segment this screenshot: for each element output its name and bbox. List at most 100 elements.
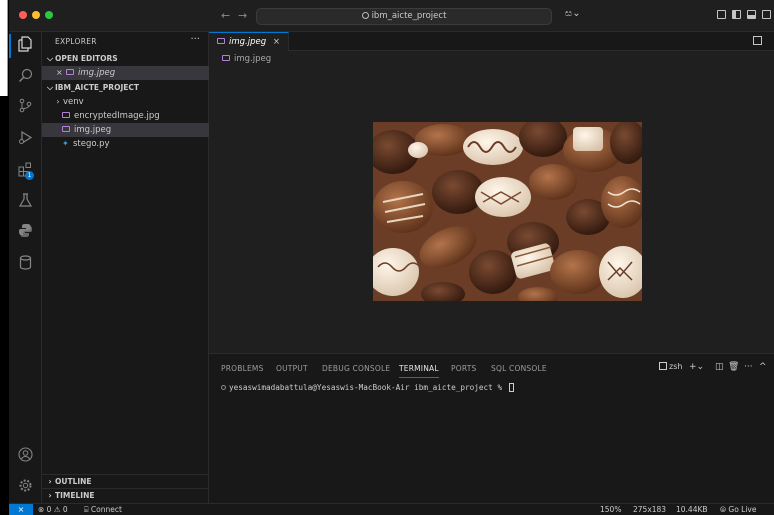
- search-icon: [361, 12, 369, 19]
- close-window-button[interactable]: [19, 11, 27, 19]
- breadcrumb[interactable]: img.jpeg: [209, 51, 774, 67]
- go-live-label: Go Live: [728, 505, 757, 514]
- tab-problems[interactable]: PROBLEMS: [221, 364, 264, 373]
- command-status-icon: [221, 385, 226, 390]
- active-indicator: [9, 34, 11, 58]
- split-editor-icon[interactable]: [753, 36, 762, 45]
- tree-item-label: encryptedImage.jpg: [74, 111, 160, 121]
- remote-indicator-icon[interactable]: ⨯: [9, 504, 33, 515]
- timeline-label: TIMELINE: [55, 491, 95, 500]
- go-live-button[interactable]: ⦾ Go Live: [720, 504, 757, 515]
- left-edge-strip: [0, 0, 8, 96]
- extensions-icon[interactable]: 1: [17, 162, 34, 180]
- open-editor-item[interactable]: × img.jpeg: [42, 66, 209, 80]
- tab-sql-console[interactable]: SQL CONSOLE: [491, 364, 547, 373]
- image-file-icon: [217, 38, 225, 44]
- maximize-window-button[interactable]: [45, 11, 53, 19]
- explorer-title: EXPLORER: [55, 37, 97, 46]
- open-editor-label: img.jpeg: [78, 68, 116, 78]
- explorer-icon[interactable]: [17, 36, 34, 53]
- zoom-status[interactable]: 150%: [600, 504, 621, 515]
- trash-icon[interactable]: 🗑: [728, 362, 739, 372]
- image-preview[interactable]: [373, 122, 642, 301]
- connect-label: Connect: [90, 505, 122, 514]
- tree-item-encrypted-image[interactable]: encryptedImage.jpg: [42, 109, 209, 123]
- layout-controls: [717, 10, 771, 19]
- terminal-icon: [659, 362, 667, 370]
- image-file-icon: [62, 126, 70, 132]
- connect-status[interactable]: ⌸ Connect: [84, 504, 122, 515]
- close-icon[interactable]: ×: [273, 33, 280, 51]
- tree-item-label: stego.py: [73, 139, 110, 149]
- project-header[interactable]: ⌵ IBM_AICTE_PROJECT: [42, 81, 209, 95]
- problems-status[interactable]: ⊗ 0 ⚠ 0: [38, 504, 68, 515]
- terminal-prompt: yesaswimadabattula@Yesaswis-MacBook-Air …: [229, 383, 507, 392]
- python-file-icon: ✦: [62, 139, 69, 148]
- maximize-panel-icon[interactable]: ^: [759, 362, 767, 372]
- image-size: 10.44KB: [676, 505, 708, 514]
- copilot-icon[interactable]: ස⌄: [565, 8, 581, 19]
- image-file-icon: [66, 69, 74, 75]
- editor-tabs: img.jpeg ×: [209, 32, 774, 51]
- run-debug-icon[interactable]: [17, 130, 34, 147]
- chevron-right-icon: ›: [48, 491, 52, 500]
- source-control-icon[interactable]: [17, 98, 34, 115]
- tree-item-venv[interactable]: › venv: [42, 95, 209, 109]
- more-actions-icon[interactable]: ···: [190, 34, 200, 45]
- tree-item-label: img.jpeg: [74, 125, 112, 135]
- open-editors-label: OPEN EDITORS: [55, 54, 118, 63]
- new-terminal-icon[interactable]: +⌄: [689, 362, 704, 372]
- tab-label: img.jpeg: [229, 37, 267, 47]
- python-icon[interactable]: [17, 223, 34, 240]
- toggle-panel-icon[interactable]: [747, 10, 756, 19]
- image-preview-area: [209, 67, 774, 353]
- outline-label: OUTLINE: [55, 477, 92, 486]
- extensions-badge: 1: [25, 171, 34, 180]
- vscode-window: ← → ibm_aicte_project ස⌄ 1 EXPLORER ··· …: [9, 0, 774, 515]
- gear-icon[interactable]: [17, 478, 34, 495]
- activity-bar: 1: [9, 32, 42, 503]
- bottom-panel: PROBLEMS OUTPUT DEBUG CONSOLE TERMINAL P…: [209, 353, 774, 503]
- toggle-sidebar-icon[interactable]: [732, 10, 741, 19]
- arrow-left-icon[interactable]: ←: [221, 9, 230, 22]
- search-label: ibm_aicte_project: [371, 11, 447, 21]
- breadcrumb-label: img.jpeg: [234, 54, 272, 64]
- chevron-right-icon: ›: [56, 97, 60, 106]
- arrow-right-icon[interactable]: →: [238, 9, 247, 22]
- toggle-secondary-sidebar-icon[interactable]: [762, 10, 771, 19]
- tab-terminal[interactable]: TERMINAL: [399, 364, 439, 378]
- testing-icon[interactable]: [17, 193, 34, 210]
- image-dimensions: 275x183: [633, 505, 667, 514]
- tree-item-img[interactable]: img.jpeg: [42, 123, 209, 137]
- tree-item-label: venv: [63, 97, 84, 107]
- account-icon[interactable]: [17, 447, 34, 464]
- minimize-window-button[interactable]: [32, 11, 40, 19]
- tab-img-jpeg[interactable]: img.jpeg ×: [209, 32, 289, 51]
- tab-debug-console[interactable]: DEBUG CONSOLE: [322, 364, 390, 373]
- status-bar: ⨯ ⊗ 0 ⚠ 0 ⌸ Connect 150% 275x183 10.44KB…: [9, 503, 774, 515]
- more-actions-icon[interactable]: ···: [744, 362, 753, 372]
- chevron-down-icon: ⌵: [46, 54, 54, 63]
- search-icon[interactable]: [17, 68, 34, 85]
- project-label: IBM_AICTE_PROJECT: [55, 83, 139, 92]
- image-file-icon: [62, 112, 70, 118]
- terminal-shell-selector[interactable]: zsh: [659, 362, 682, 371]
- tree-item-stego[interactable]: ✦ stego.py: [42, 137, 209, 151]
- tab-ports[interactable]: PORTS: [451, 364, 476, 373]
- open-editors-header[interactable]: ⌵ OPEN EDITORS: [42, 52, 209, 66]
- close-icon[interactable]: ×: [56, 66, 66, 80]
- image-file-icon: [222, 55, 230, 61]
- chevron-right-icon: ›: [48, 477, 52, 486]
- terminal-cursor: [508, 383, 514, 392]
- terminal-prompt-line[interactable]: yesaswimadabattula@Yesaswis-MacBook-Air …: [221, 383, 514, 392]
- split-terminal-icon[interactable]: ◫: [715, 362, 724, 372]
- chevron-down-icon: ⌵: [46, 83, 54, 92]
- title-bar: ← → ibm_aicte_project ස⌄: [9, 0, 774, 32]
- outline-header[interactable]: › OUTLINE: [42, 474, 209, 488]
- tab-output[interactable]: OUTPUT: [276, 364, 308, 373]
- customize-layout-icon[interactable]: [717, 10, 726, 19]
- database-icon: ⌸: [84, 505, 91, 514]
- database-icon[interactable]: [17, 255, 34, 272]
- command-center-search[interactable]: ibm_aicte_project: [256, 8, 552, 25]
- timeline-header[interactable]: › TIMELINE: [42, 488, 209, 502]
